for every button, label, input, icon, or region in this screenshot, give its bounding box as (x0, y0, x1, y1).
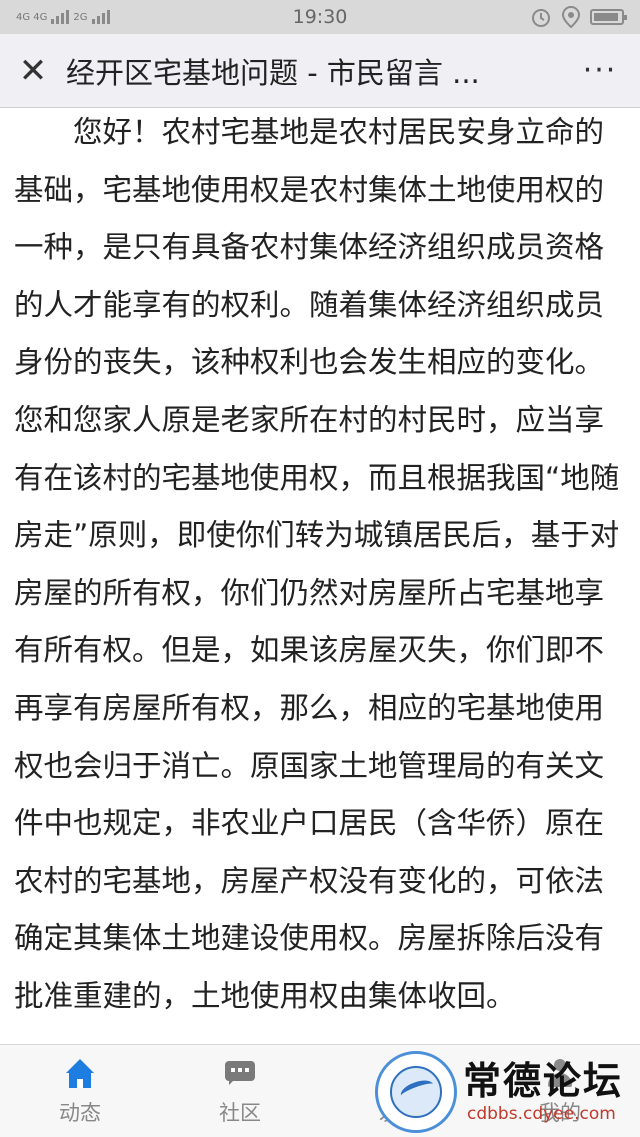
tab-label: 动态 (59, 1101, 101, 1125)
status-icons (530, 6, 627, 28)
close-button[interactable]: ✕ (0, 34, 66, 108)
article-content[interactable]: 您好！农村宅基地是农村居民安身立命的基础，宅基地使用权是农村集体土地使用权的一种… (0, 108, 640, 1044)
article-paragraph: 您好！农村宅基地是农村居民安身立命的基础，宅基地使用权是农村集体土地使用权的一种… (14, 115, 620, 1013)
more-options-button[interactable]: ··· (560, 34, 640, 108)
chat-icon (223, 1059, 257, 1089)
alarm-icon (532, 9, 550, 27)
tab-community[interactable]: 社区 (160, 1045, 320, 1137)
location-icon (562, 6, 580, 28)
battery-icon (590, 9, 627, 25)
signal-bars-2-icon (91, 10, 110, 24)
tab-dynamics[interactable]: 动态 (0, 1045, 160, 1137)
home-icon (63, 1059, 97, 1089)
navigation-bar: ✕ 经开区宅基地问题 - 市民留言 ... ··· (0, 34, 640, 108)
forum-watermark: 常德论坛 cdbbs.cdyee.com (375, 1050, 637, 1134)
signal-indicators: 4G 4G 2G (16, 10, 110, 24)
network-label: 4G 4G (16, 11, 48, 23)
watermark-text: 常德论坛 cdbbs.cdyee.com (463, 1059, 623, 1125)
network-label-2: 2G (73, 11, 88, 23)
watermark-title: 常德论坛 (463, 1058, 624, 1103)
tab-label: 社区 (219, 1101, 261, 1125)
status-bar: 4G 4G 2G 19:30 (0, 0, 640, 34)
signal-bars-icon (51, 10, 70, 24)
forum-logo-icon (375, 1051, 457, 1133)
watermark-domain: cdbbs.cdyee.com (467, 1104, 616, 1124)
page-title: 经开区宅基地问题 - 市民留言 ... (66, 55, 480, 90)
